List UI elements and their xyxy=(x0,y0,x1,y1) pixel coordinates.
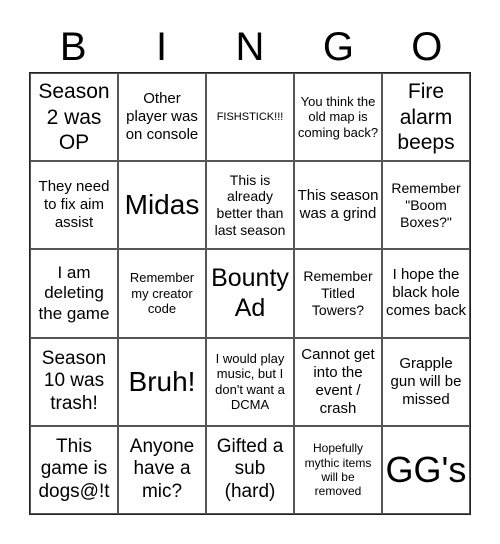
bingo-cell[interactable]: Remember "Boom Boxes?" xyxy=(382,161,470,250)
bingo-cell[interactable]: Remember my creator code xyxy=(118,249,206,338)
bingo-cell[interactable]: Fire alarm beeps xyxy=(382,73,470,162)
bingo-header: B I N G O xyxy=(29,22,471,72)
bingo-cell[interactable]: Midas xyxy=(118,161,206,250)
bingo-cell[interactable]: I would play music, but I don't want a D… xyxy=(206,337,294,426)
bingo-cell[interactable]: You think the old map is coming back? xyxy=(294,73,382,162)
bingo-cell[interactable]: Gifted a sub (hard) xyxy=(206,425,294,514)
bingo-cell[interactable]: This is already better than last season xyxy=(206,161,294,250)
bingo-cell[interactable]: Cannot get into the event / crash xyxy=(294,337,382,426)
bingo-cell[interactable]: FISHSTICK!!! xyxy=(206,73,294,162)
bingo-cell[interactable]: I hope the black hole comes back xyxy=(382,249,470,338)
bingo-cell[interactable]: This season was a grind xyxy=(294,161,382,250)
header-letter-n: N xyxy=(235,25,265,69)
bingo-cell[interactable]: Season 2 was OP xyxy=(30,73,118,162)
bingo-cell[interactable]: Bruh! xyxy=(118,337,206,426)
bingo-cell[interactable]: Bounty Ad xyxy=(206,249,294,338)
bingo-cell[interactable]: Hopefully mythic items will be removed xyxy=(294,425,382,514)
bingo-card: Season 2 was OP Other player was on cons… xyxy=(29,72,471,515)
bingo-cell[interactable]: This game is dogs@!t xyxy=(30,425,118,514)
bingo-cell[interactable]: They need to fix aim assist xyxy=(30,161,118,250)
bingo-cell[interactable]: I am deleting the game xyxy=(30,249,118,338)
bingo-cell[interactable]: Other player was on console xyxy=(118,73,206,162)
bingo-cell[interactable]: GG's xyxy=(382,425,470,514)
header-letter-o: O xyxy=(411,25,443,69)
header-letter-g: G xyxy=(322,25,354,69)
bingo-cell[interactable]: Remember Titled Towers? xyxy=(294,249,382,338)
header-letter-i: I xyxy=(156,25,168,69)
bingo-cell[interactable]: Anyone have a mic? xyxy=(118,425,206,514)
bingo-cell[interactable]: Grapple gun will be missed xyxy=(382,337,470,426)
bingo-cell[interactable]: Season 10 was trash! xyxy=(30,337,118,426)
header-letter-b: B xyxy=(59,25,87,69)
